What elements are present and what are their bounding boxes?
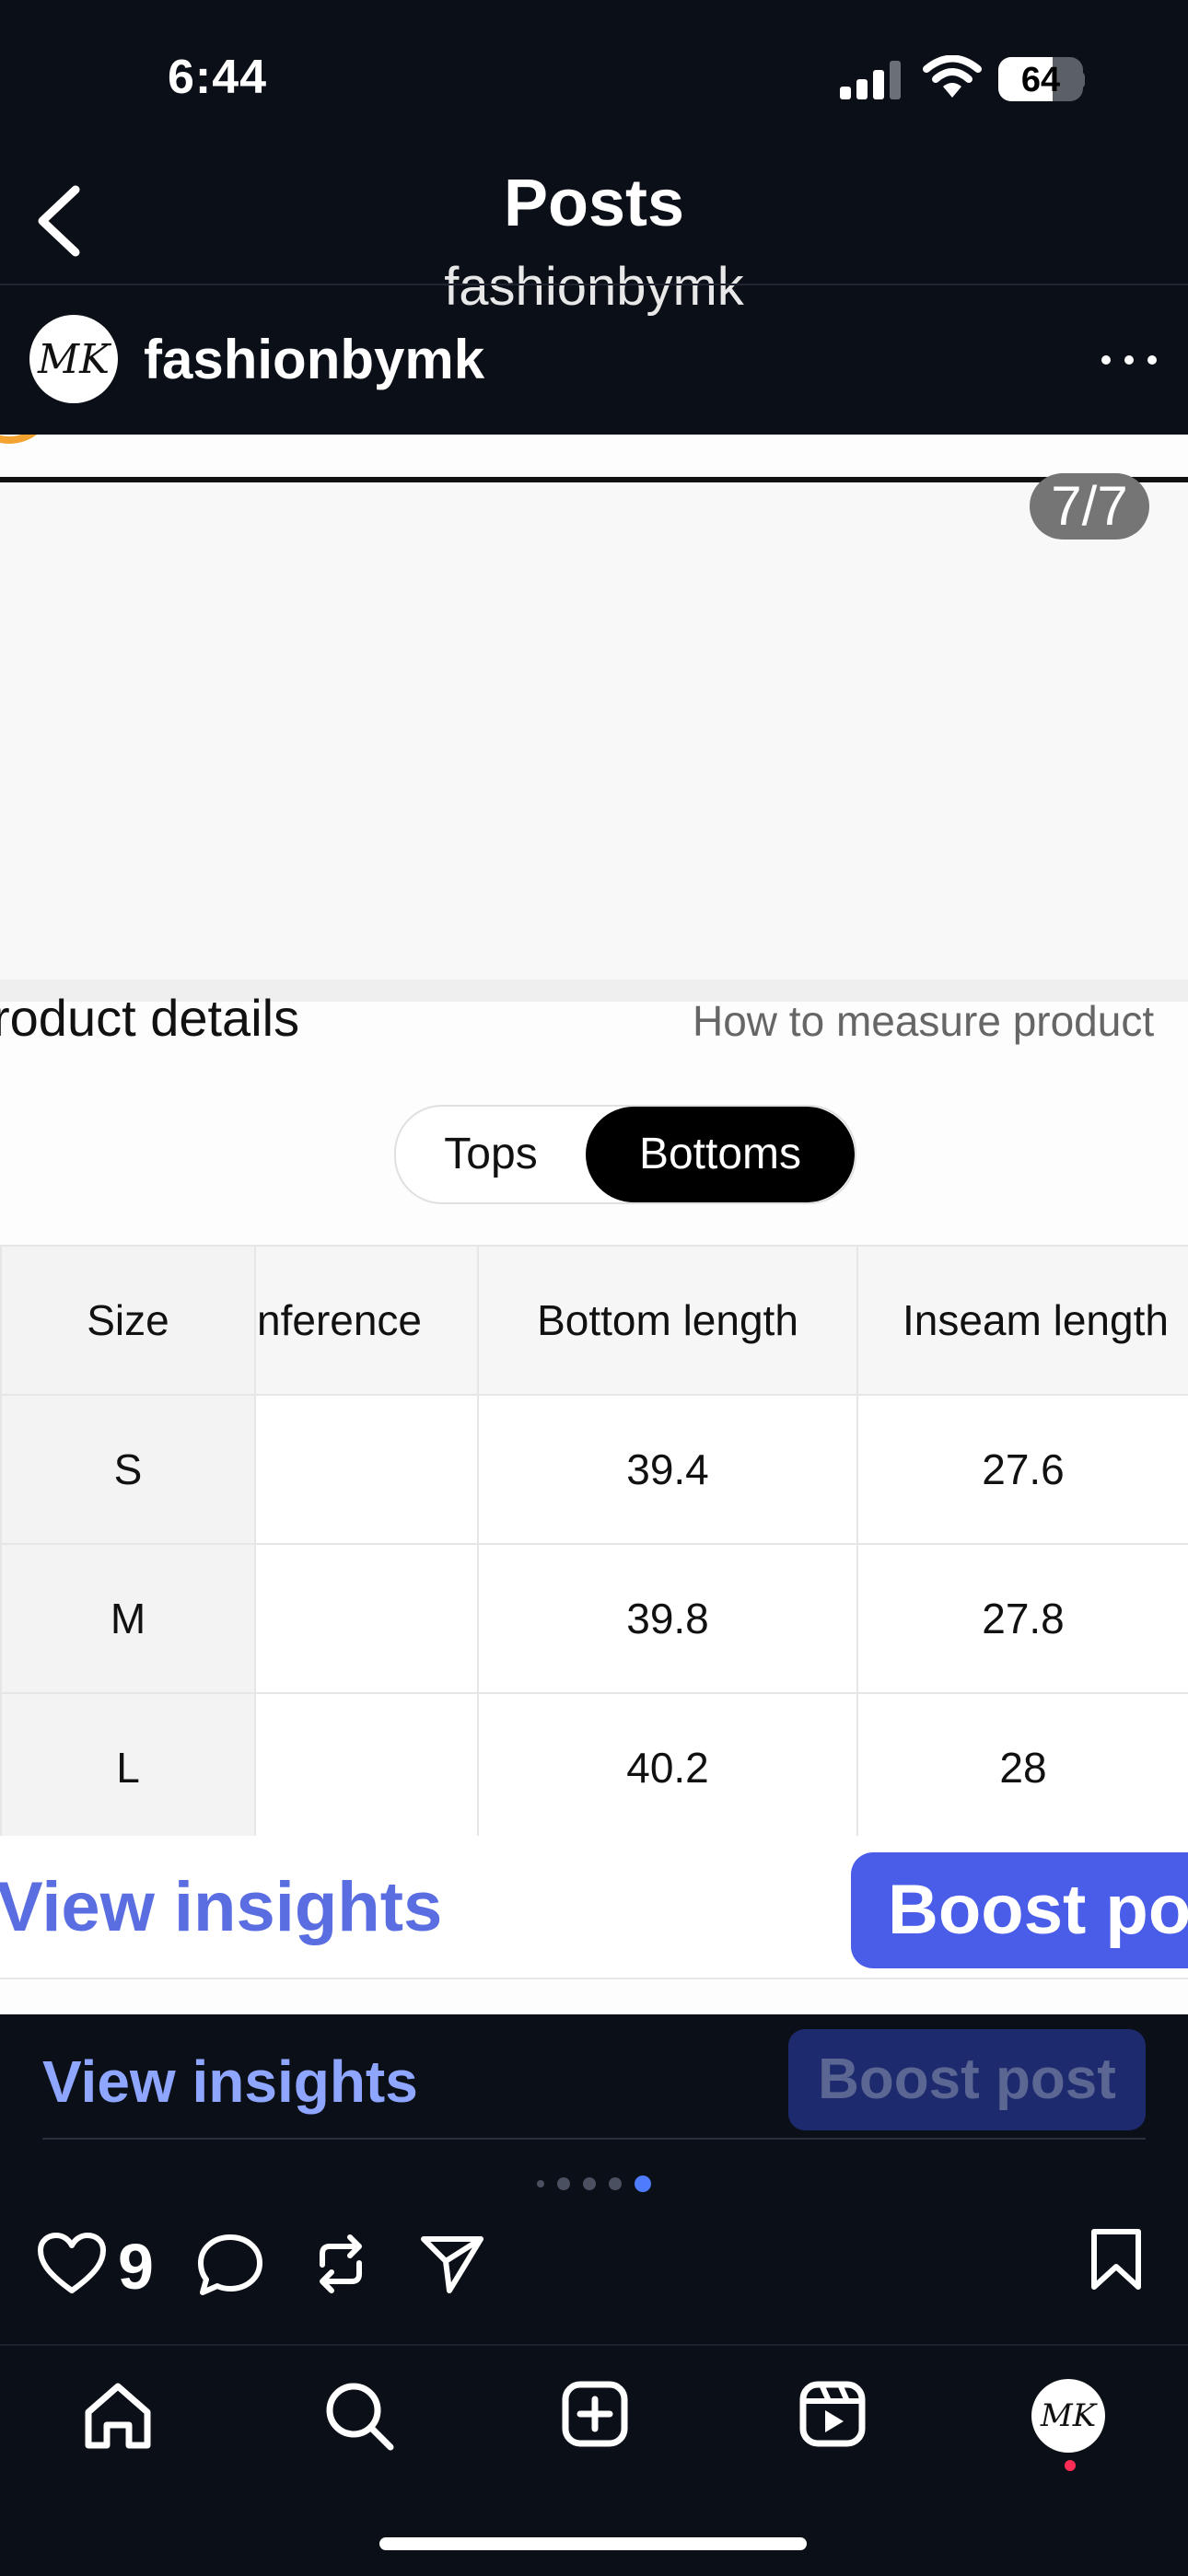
post-username[interactable]: fashionbymk xyxy=(144,328,484,391)
cell-circumference xyxy=(254,1394,479,1545)
cell-inseam-length: 27.6 xyxy=(856,1394,1188,1545)
cell-circumference xyxy=(254,1543,479,1694)
cell-inseam-length: 28 xyxy=(856,1692,1188,1843)
wifi-icon xyxy=(923,55,982,98)
cell-size: L xyxy=(0,1692,256,1843)
search-icon[interactable] xyxy=(322,2379,396,2453)
more-options-icon[interactable] xyxy=(1101,333,1157,389)
header-size: Size xyxy=(0,1245,256,1396)
view-insights-link[interactable]: View insights xyxy=(42,2048,418,2116)
comment-icon[interactable] xyxy=(195,2232,265,2298)
cell-size: M xyxy=(0,1543,256,1694)
create-icon[interactable] xyxy=(560,2379,630,2449)
table-row: L 40.2 28 xyxy=(0,1692,1188,1843)
battery-indicator: 64 xyxy=(998,57,1083,101)
page-title: Posts xyxy=(503,167,685,240)
size-table: Size nference Bottom length Inseam lengt… xyxy=(0,1245,1188,1843)
carousel-dot-active xyxy=(635,2176,651,2192)
size-tabs: Tops Bottoms xyxy=(394,1105,856,1204)
home-indicator[interactable] xyxy=(379,2537,807,2550)
measure-product-link: How to measure product xyxy=(693,997,1155,1045)
cell-size: S xyxy=(0,1394,256,1545)
battery-percent: 64 xyxy=(1020,61,1061,99)
image-actions-divider xyxy=(0,1978,1188,1979)
tab-bottoms: Bottoms xyxy=(586,1107,855,1202)
insights-divider xyxy=(42,2138,1146,2140)
notification-dot xyxy=(1065,2460,1076,2471)
product-details-title: roduct details xyxy=(0,989,300,1047)
header-inseam-length: Inseam length xyxy=(856,1245,1188,1396)
like-count[interactable]: 9 xyxy=(118,2230,154,2303)
header-bottom-length: Bottom length xyxy=(477,1245,858,1396)
cell-bottom-length: 39.4 xyxy=(477,1394,858,1545)
cell-bottom-length: 39.8 xyxy=(477,1543,858,1694)
cell-inseam-length: 27.8 xyxy=(856,1543,1188,1694)
battery-tip xyxy=(1077,72,1085,88)
cell-circumference xyxy=(254,1692,479,1843)
tab-tops: Tops xyxy=(444,1130,538,1178)
slide-counter: 7/7 xyxy=(1030,473,1149,540)
carousel-dot xyxy=(537,2180,544,2187)
carousel-dot xyxy=(583,2177,596,2190)
table-row: M 39.8 27.8 xyxy=(0,1543,1188,1694)
share-icon[interactable] xyxy=(420,2234,484,2294)
repost-icon[interactable] xyxy=(309,2232,372,2296)
profile-avatar[interactable]: MK xyxy=(1031,2379,1105,2453)
image-boost-post-text: Boost pos xyxy=(851,1852,1188,1968)
header-circumference: nference xyxy=(254,1245,479,1396)
image-view-insights-text: View insights xyxy=(0,1868,443,1946)
table-header-row: Size nference Bottom length Inseam lengt… xyxy=(0,1245,1188,1396)
carousel-dots xyxy=(0,2173,1188,2195)
heart-icon[interactable] xyxy=(37,2232,107,2296)
status-time: 6:44 xyxy=(168,51,268,104)
signal-icon xyxy=(840,61,901,99)
reels-icon[interactable] xyxy=(798,2379,868,2449)
table-row: S 39.4 27.6 xyxy=(0,1394,1188,1545)
story-ring xyxy=(0,435,55,444)
avatar[interactable]: MK xyxy=(29,315,118,403)
header-divider xyxy=(0,284,1188,285)
carousel-dot xyxy=(609,2177,622,2190)
bookmark-icon[interactable] xyxy=(1087,2228,1146,2292)
boost-post-button[interactable]: Boost post xyxy=(788,2029,1146,2130)
post-image[interactable]: 7/7 roduct details How to measure produc… xyxy=(0,435,1188,2014)
cell-bottom-length: 40.2 xyxy=(477,1692,858,1843)
page-subtitle: fashionbymk xyxy=(444,257,744,317)
home-icon[interactable] xyxy=(81,2379,155,2453)
image-blank-area xyxy=(0,482,1188,980)
carousel-dot xyxy=(557,2177,570,2190)
